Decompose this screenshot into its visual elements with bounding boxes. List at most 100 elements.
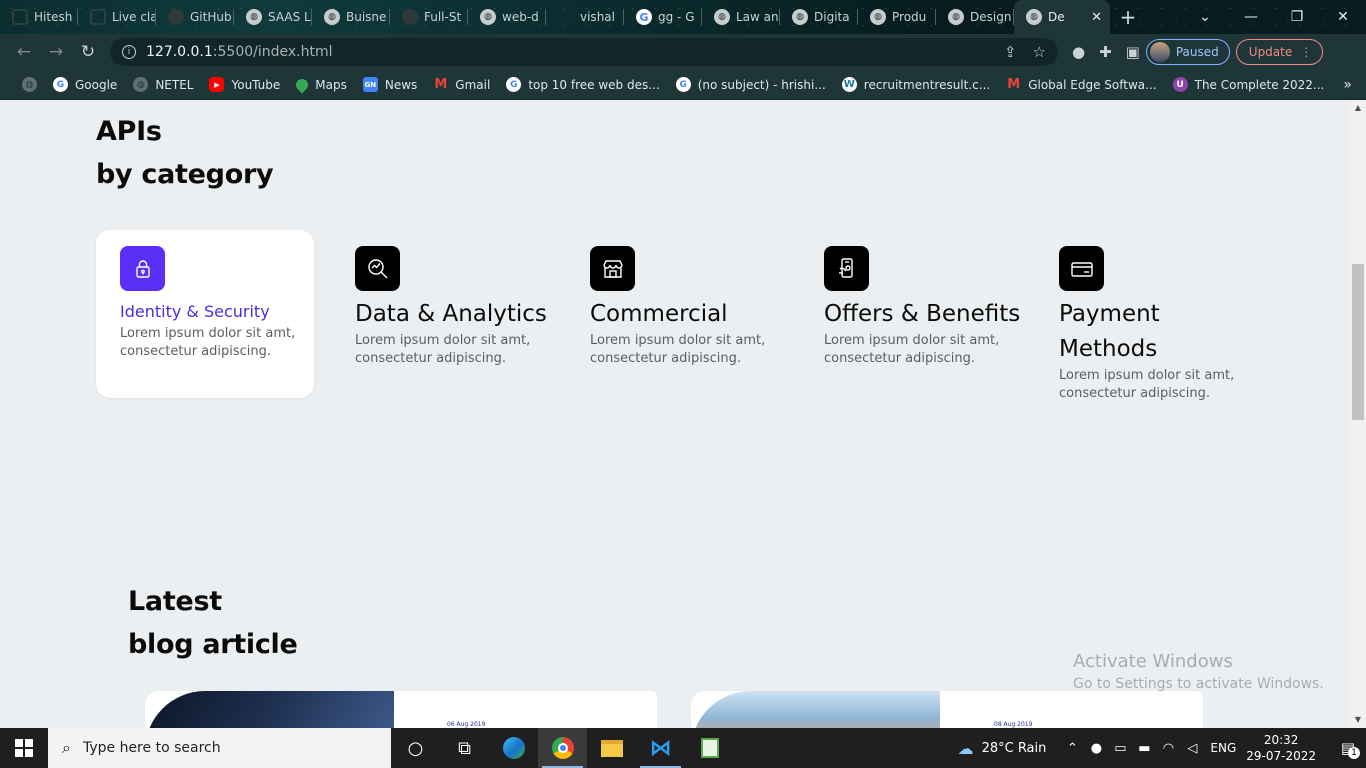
browser-tab[interactable]: ◍ Design: [936, 0, 1014, 34]
browser-tab[interactable]: Ggg - G: [624, 0, 702, 34]
browser-tab[interactable]: Full-St: [390, 0, 468, 34]
bookmark-item[interactable]: Wrecruitmentresult.c...: [834, 77, 998, 92]
battery-icon[interactable]: ▬: [1132, 741, 1156, 756]
bookmarks-overflow-icon[interactable]: »: [1343, 77, 1352, 93]
browser-tab[interactable]: vishal: [546, 0, 624, 34]
browser-tab[interactable]: ◍ Law an: [702, 0, 780, 34]
blog-card[interactable]: 08 Aug 2019: [691, 691, 1203, 728]
share-icon[interactable]: ⇪: [1004, 43, 1017, 61]
bookmark-item[interactable]: GN News: [355, 77, 425, 92]
meet-icon[interactable]: ▭: [1108, 741, 1132, 756]
tab-close-icon[interactable]: ✕: [1091, 10, 1102, 25]
scroll-down-icon[interactable]: ▼: [1350, 712, 1366, 728]
chrome-icon[interactable]: [538, 728, 587, 768]
page-scrollbar[interactable]: ▲ ▼: [1350, 100, 1366, 728]
forward-arrow-icon[interactable]: →: [40, 42, 72, 62]
scroll-up-icon[interactable]: ▲: [1350, 100, 1366, 116]
browser-tab[interactable]: ◍ Produ: [858, 0, 936, 34]
chevron-up-icon[interactable]: ⌃: [1060, 741, 1084, 756]
bookmark-item[interactable]: Maps: [288, 76, 355, 93]
category-description: Lorem ipsum dolor sit amt, consectetur a…: [824, 333, 1000, 366]
update-button[interactable]: Update ⋮: [1235, 39, 1324, 65]
minimize-button[interactable]: —: [1228, 9, 1274, 25]
app-tray-icon[interactable]: ●: [1084, 741, 1108, 756]
notepad-icon[interactable]: [685, 728, 734, 768]
extensions-puzzle-icon[interactable]: ✚: [1099, 43, 1112, 61]
blog-card[interactable]: 06 Aug 2019: [145, 691, 657, 728]
address-bar-actions: ⇪ ☆: [1004, 43, 1058, 61]
wifi-icon[interactable]: ◠: [1156, 741, 1180, 756]
browser-toolbar: ← → ↻ i 127.0.0.1:5500/index.html ⇪ ☆ ● …: [0, 34, 1366, 70]
clock[interactable]: 20:32 29-07-2022: [1246, 732, 1316, 764]
category-description: Lorem ipsum dolor sit amt, consectetur a…: [1059, 368, 1235, 401]
bookmark-item[interactable]: G (no subject) - hrishi...: [668, 77, 834, 92]
category-card-data-analytics[interactable]: Data & Analytics Lorem ipsum dolor sit a…: [331, 230, 549, 398]
close-button[interactable]: ✕: [1320, 9, 1366, 25]
language-indicator[interactable]: ENG: [1210, 741, 1236, 755]
address-bar[interactable]: i 127.0.0.1:5500/index.html ⇪ ☆: [110, 38, 1058, 66]
bookmark-star-icon[interactable]: ☆: [1033, 43, 1046, 61]
offers-phone-icon: [824, 246, 869, 291]
reload-icon[interactable]: ↻: [72, 42, 104, 62]
file-explorer-icon[interactable]: [587, 728, 636, 768]
store-icon: [590, 246, 635, 291]
bookmark-item[interactable]: ◍ NETEL: [125, 77, 201, 92]
tab-search-icon[interactable]: ⌄: [1182, 9, 1228, 25]
avatar: [1149, 42, 1170, 62]
task-view-icon[interactable]: ⧉: [440, 728, 489, 768]
bookmark-label: top 10 free web des...: [528, 77, 660, 92]
tab-title: GitHub: [190, 10, 232, 24]
site-info-icon[interactable]: i: [122, 45, 136, 59]
extension-acorn-icon[interactable]: ●: [1072, 43, 1085, 61]
browser-tab[interactable]: Live cla: [78, 0, 156, 34]
cortana-icon[interactable]: ○: [391, 728, 440, 768]
bookmark-item[interactable]: G Google: [45, 77, 125, 92]
bookmark-item[interactable]: ▶ YouTube: [201, 77, 288, 92]
category-card-offers-benefits[interactable]: Offers & Benefits Lorem ipsum dolor sit …: [800, 230, 1020, 398]
google-icon: G: [506, 77, 522, 92]
back-arrow-icon[interactable]: ←: [8, 42, 40, 62]
bookmark-item[interactable]: M Gmail: [425, 77, 498, 92]
vscode-icon[interactable]: ⋈: [636, 728, 685, 768]
category-card-payment-methods[interactable]: Payment Methods Lorem ipsum dolor sit am…: [1035, 230, 1253, 401]
restore-button[interactable]: ❐: [1274, 9, 1320, 25]
search-icon: ⌕: [62, 738, 71, 757]
globe-icon: ◍: [22, 77, 37, 92]
windows-taskbar: ⌕ Type here to search ○ ⧉ ⋈ ☁ 28°C Rain …: [0, 728, 1366, 768]
browser-tab[interactable]: ◍ Digita: [780, 0, 858, 34]
browser-tab-active[interactable]: ◍ De ✕: [1014, 0, 1110, 34]
browser-tab[interactable]: ◍ Buisne: [312, 0, 390, 34]
browser-tab-strip: Hitesh Live cla GitHub ◍ SAAS L ◍ Buisne F…: [0, 0, 1366, 34]
url-host: 127.0.0.1: [146, 44, 213, 60]
scrollbar-thumb[interactable]: [1352, 264, 1364, 420]
github-icon: [402, 9, 418, 25]
bookmark-label: recruitmentresult.c...: [863, 77, 991, 92]
profile-paused-button[interactable]: Paused: [1145, 39, 1230, 65]
side-panel-icon[interactable]: ▣: [1126, 43, 1140, 61]
edge-icon[interactable]: [489, 728, 538, 768]
weather-widget[interactable]: ☁ 28°C Rain: [958, 739, 1047, 758]
category-card-identity-security[interactable]: Identity & Security Lorem ipsum dolor si…: [96, 230, 314, 398]
browser-tab[interactable]: ◍ web-d: [468, 0, 546, 34]
news-icon: GN: [362, 77, 378, 92]
bookmark-item[interactable]: U The Complete 2022...: [1165, 77, 1333, 92]
tab-title: Live cla: [112, 10, 156, 24]
notifications-icon[interactable]: ▤ 1: [1330, 739, 1366, 759]
category-name: Data & Analytics: [355, 301, 547, 327]
new-tab-button[interactable]: +: [1110, 5, 1146, 29]
taskbar-search-box[interactable]: ⌕ Type here to search: [48, 728, 391, 768]
bookmark-apps-icon[interactable]: ◍: [14, 77, 45, 92]
volume-icon[interactable]: ◁: [1180, 741, 1204, 756]
bookmark-item[interactable]: M Global Edge Softwa...: [998, 77, 1164, 92]
category-card-commercial[interactable]: Commercial Lorem ipsum dolor sit amt, co…: [566, 230, 784, 398]
bookmark-item[interactable]: Gtop 10 free web des...: [498, 77, 667, 92]
browser-tab[interactable]: Hitesh: [0, 0, 78, 34]
google-icon: G: [636, 9, 652, 25]
credit-card-icon: [1059, 246, 1104, 291]
system-tray: ☁ 28°C Rain ⌃ ● ▭ ▬ ◠ ◁ ENG 20:32 29-07-…: [958, 728, 1366, 768]
search-placeholder: Type here to search: [82, 740, 221, 756]
start-button[interactable]: [0, 728, 48, 768]
browser-tab[interactable]: ◍ SAAS L: [234, 0, 312, 34]
tab-title: web-d: [502, 10, 539, 24]
browser-tab[interactable]: GitHub: [156, 0, 234, 34]
